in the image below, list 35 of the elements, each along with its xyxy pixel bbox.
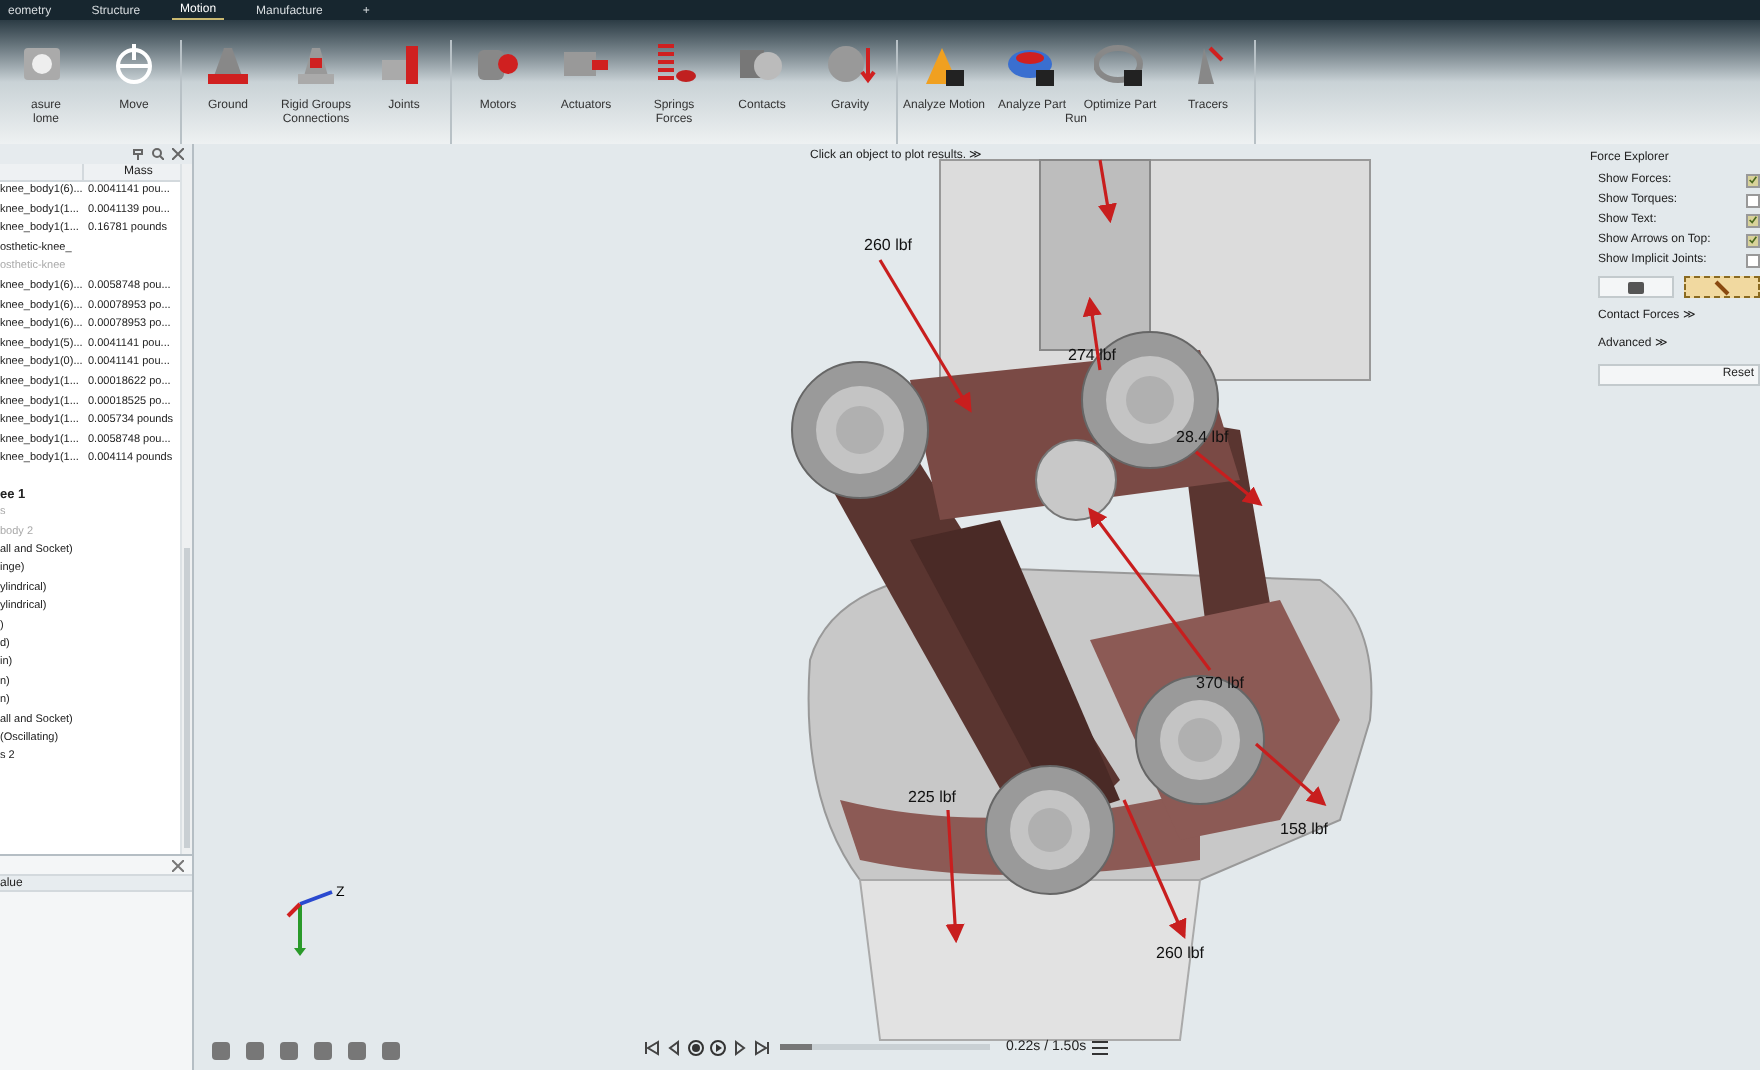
close-icon[interactable] (172, 860, 184, 872)
tool-icon (1094, 40, 1146, 92)
force-arrow (1254, 742, 1327, 807)
force-label: 260 lbf (864, 236, 913, 254)
force-arrow (945, 809, 965, 944)
stop-icon[interactable] (688, 1039, 704, 1056)
pin-icon[interactable] (132, 148, 144, 160)
checkbox[interactable] (1746, 213, 1760, 227)
force-label: 274 lbf (1068, 346, 1117, 364)
checkbox[interactable] (1746, 253, 1760, 267)
pencil-icon (1714, 279, 1730, 295)
close-icon[interactable] (172, 148, 184, 160)
force-label: 28.4 lbf (1176, 428, 1229, 446)
scrollbar[interactable] (180, 164, 192, 854)
progress-track[interactable] (780, 1044, 990, 1051)
step-back-icon[interactable] (666, 1039, 682, 1056)
checkbox[interactable] (1746, 193, 1760, 207)
play-icon[interactable] (710, 1039, 726, 1056)
axis-triad-icon (286, 890, 333, 956)
force-label: 225 lbf (908, 788, 957, 806)
skip-end-icon[interactable] (754, 1039, 770, 1056)
camera-icon (1628, 281, 1644, 293)
skip-start-icon[interactable] (644, 1039, 660, 1056)
mode-button[interactable] (1684, 276, 1760, 298)
step-forward-icon[interactable] (732, 1039, 748, 1056)
checkbox[interactable] (1746, 173, 1760, 187)
force-label: 260 lbf (1156, 944, 1205, 962)
force-label: 158 lbf (1280, 820, 1329, 838)
force-label: 370 lbf (1196, 674, 1245, 692)
checkbox[interactable] (1746, 233, 1760, 247)
force-arrow (1097, 159, 1117, 224)
force-arrow (1122, 799, 1187, 939)
menu-icon[interactable] (1092, 1039, 1109, 1056)
search-icon[interactable] (152, 148, 164, 160)
mode-button[interactable] (1598, 276, 1674, 298)
